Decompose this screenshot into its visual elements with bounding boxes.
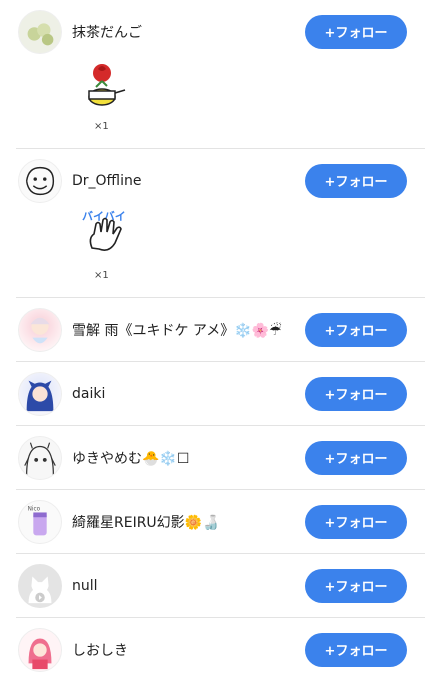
follow-button[interactable]: +フォロー [305,376,407,411]
sketch-anime-avatar[interactable] [18,435,62,480]
username[interactable]: しおしき [72,640,305,660]
username[interactable]: daiki [72,386,305,402]
gift-area: ×1 [76,63,425,148]
follow-button[interactable]: +フォロー [305,14,407,49]
purple-drink-avatar[interactable]: Nico [18,499,62,544]
list-item: Nico 綺羅星REIRU幻影🌼🍶 +フォロー [16,490,425,554]
list-item: しおしき +フォロー [16,618,425,680]
pink-hair-anime-avatar[interactable] [18,627,62,672]
list-item: null +フォロー [16,554,425,618]
follow-button[interactable]: +フォロー [305,504,407,539]
follow-button[interactable]: +フォロー [305,312,407,347]
list-item: ゆきやめむ🐣❄️☐ +フォロー [16,426,425,490]
username[interactable]: 抹茶だんご [72,22,305,42]
smiley-doodle-avatar[interactable] [18,158,62,203]
username[interactable]: 雪解 雨《ユキドケ アメ》❄️🌸☔ [72,320,305,340]
username[interactable]: ゆきやめむ🐣❄️☐ [72,448,305,468]
list-item: daiki +フォロー [16,362,425,426]
svg-text:Nico: Nico [28,506,41,512]
list-item: Dr_Offline +フォロー バイバイ ×1 [16,149,425,298]
gift-area: バイバイ ×1 [76,210,425,297]
follower-list: 抹茶だんご +フォロー ×1 Dr_Offline +フォロー バイバイ ×1 … [0,0,425,680]
gift-count: ×1 [94,270,109,281]
anime-girl-avatar[interactable] [18,307,62,352]
default-cat-avatar[interactable] [18,563,62,608]
username[interactable]: null [72,578,305,594]
list-item: 雪解 雨《ユキドケ アメ》❄️🌸☔ +フォロー [16,298,425,362]
follow-button[interactable]: +フォロー [305,568,407,603]
bye-bye-hand-sticker-icon: バイバイ [82,210,126,251]
follow-button[interactable]: +フォロー [305,163,407,198]
blue-hair-anime-avatar[interactable] [18,371,62,416]
gift-count: ×1 [94,121,109,132]
follow-button[interactable]: +フォロー [305,632,407,667]
list-item: 抹茶だんご +フォロー ×1 [16,0,425,149]
rose-teacup-sticker-icon [88,64,126,106]
matcha-dango-avatar[interactable] [18,9,62,54]
username[interactable]: 綺羅星REIRU幻影🌼🍶 [72,512,305,532]
follow-button[interactable]: +フォロー [305,440,407,475]
username[interactable]: Dr_Offline [72,173,305,189]
